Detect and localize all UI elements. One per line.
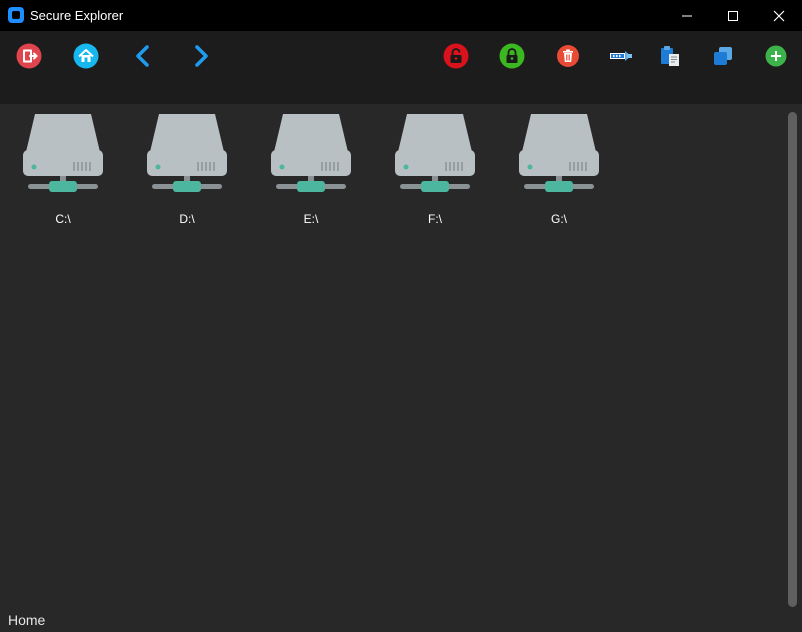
drive-item[interactable]: C:\ bbox=[18, 112, 108, 226]
hard-drive-icon bbox=[519, 114, 599, 192]
minimize-icon bbox=[682, 15, 692, 17]
forward-arrow-icon bbox=[195, 45, 208, 67]
hard-drive-icon bbox=[23, 114, 103, 192]
drive-label: F:\ bbox=[428, 212, 442, 226]
toolbar bbox=[0, 31, 802, 104]
drive-label: E:\ bbox=[303, 212, 319, 226]
logout-icon bbox=[16, 43, 42, 69]
drive-item[interactable]: E:\ bbox=[266, 112, 356, 226]
hard-drive-icon bbox=[395, 114, 475, 192]
paste-button[interactable] bbox=[658, 43, 684, 69]
rename-icon bbox=[610, 51, 632, 61]
back-arrow-icon bbox=[136, 45, 149, 67]
unlock-icon bbox=[443, 43, 469, 69]
add-icon bbox=[765, 45, 787, 67]
status-path: Home bbox=[8, 612, 46, 628]
delete-button[interactable] bbox=[555, 43, 581, 69]
maximize-button[interactable] bbox=[710, 0, 756, 31]
drive-item[interactable]: D:\ bbox=[142, 112, 232, 226]
window-title: Secure Explorer bbox=[30, 8, 124, 23]
maximize-icon bbox=[728, 11, 738, 21]
title-bar: Secure Explorer bbox=[0, 0, 802, 31]
home-button[interactable] bbox=[73, 43, 99, 69]
home-icon bbox=[73, 43, 99, 69]
close-button[interactable] bbox=[756, 0, 802, 31]
drive-item[interactable]: F:\ bbox=[390, 112, 480, 226]
lock-icon bbox=[499, 43, 525, 69]
unlock-button[interactable] bbox=[443, 43, 469, 69]
drive-label: D:\ bbox=[179, 212, 195, 226]
hard-drive-icon bbox=[271, 114, 351, 192]
add-button[interactable] bbox=[763, 43, 789, 69]
vertical-scrollbar[interactable] bbox=[788, 112, 797, 607]
delete-icon bbox=[557, 45, 579, 67]
close-icon bbox=[773, 10, 785, 22]
lock-button[interactable] bbox=[499, 43, 525, 69]
copy-button[interactable] bbox=[710, 43, 736, 69]
drive-label: C:\ bbox=[55, 212, 71, 226]
back-button[interactable] bbox=[130, 43, 156, 69]
drive-label: G:\ bbox=[550, 212, 567, 226]
paste-icon bbox=[661, 46, 679, 66]
drive-item[interactable]: G:\ bbox=[514, 112, 604, 226]
file-view: C:\ D:\ E:\ F:\ G:\ bbox=[0, 104, 802, 632]
logout-button[interactable] bbox=[16, 43, 42, 69]
copy-icon bbox=[714, 47, 732, 65]
rename-button[interactable] bbox=[608, 43, 634, 69]
hard-drive-icon bbox=[147, 114, 227, 192]
minimize-button[interactable] bbox=[664, 0, 710, 31]
forward-button[interactable] bbox=[188, 43, 214, 69]
app-logo-icon bbox=[8, 7, 24, 23]
